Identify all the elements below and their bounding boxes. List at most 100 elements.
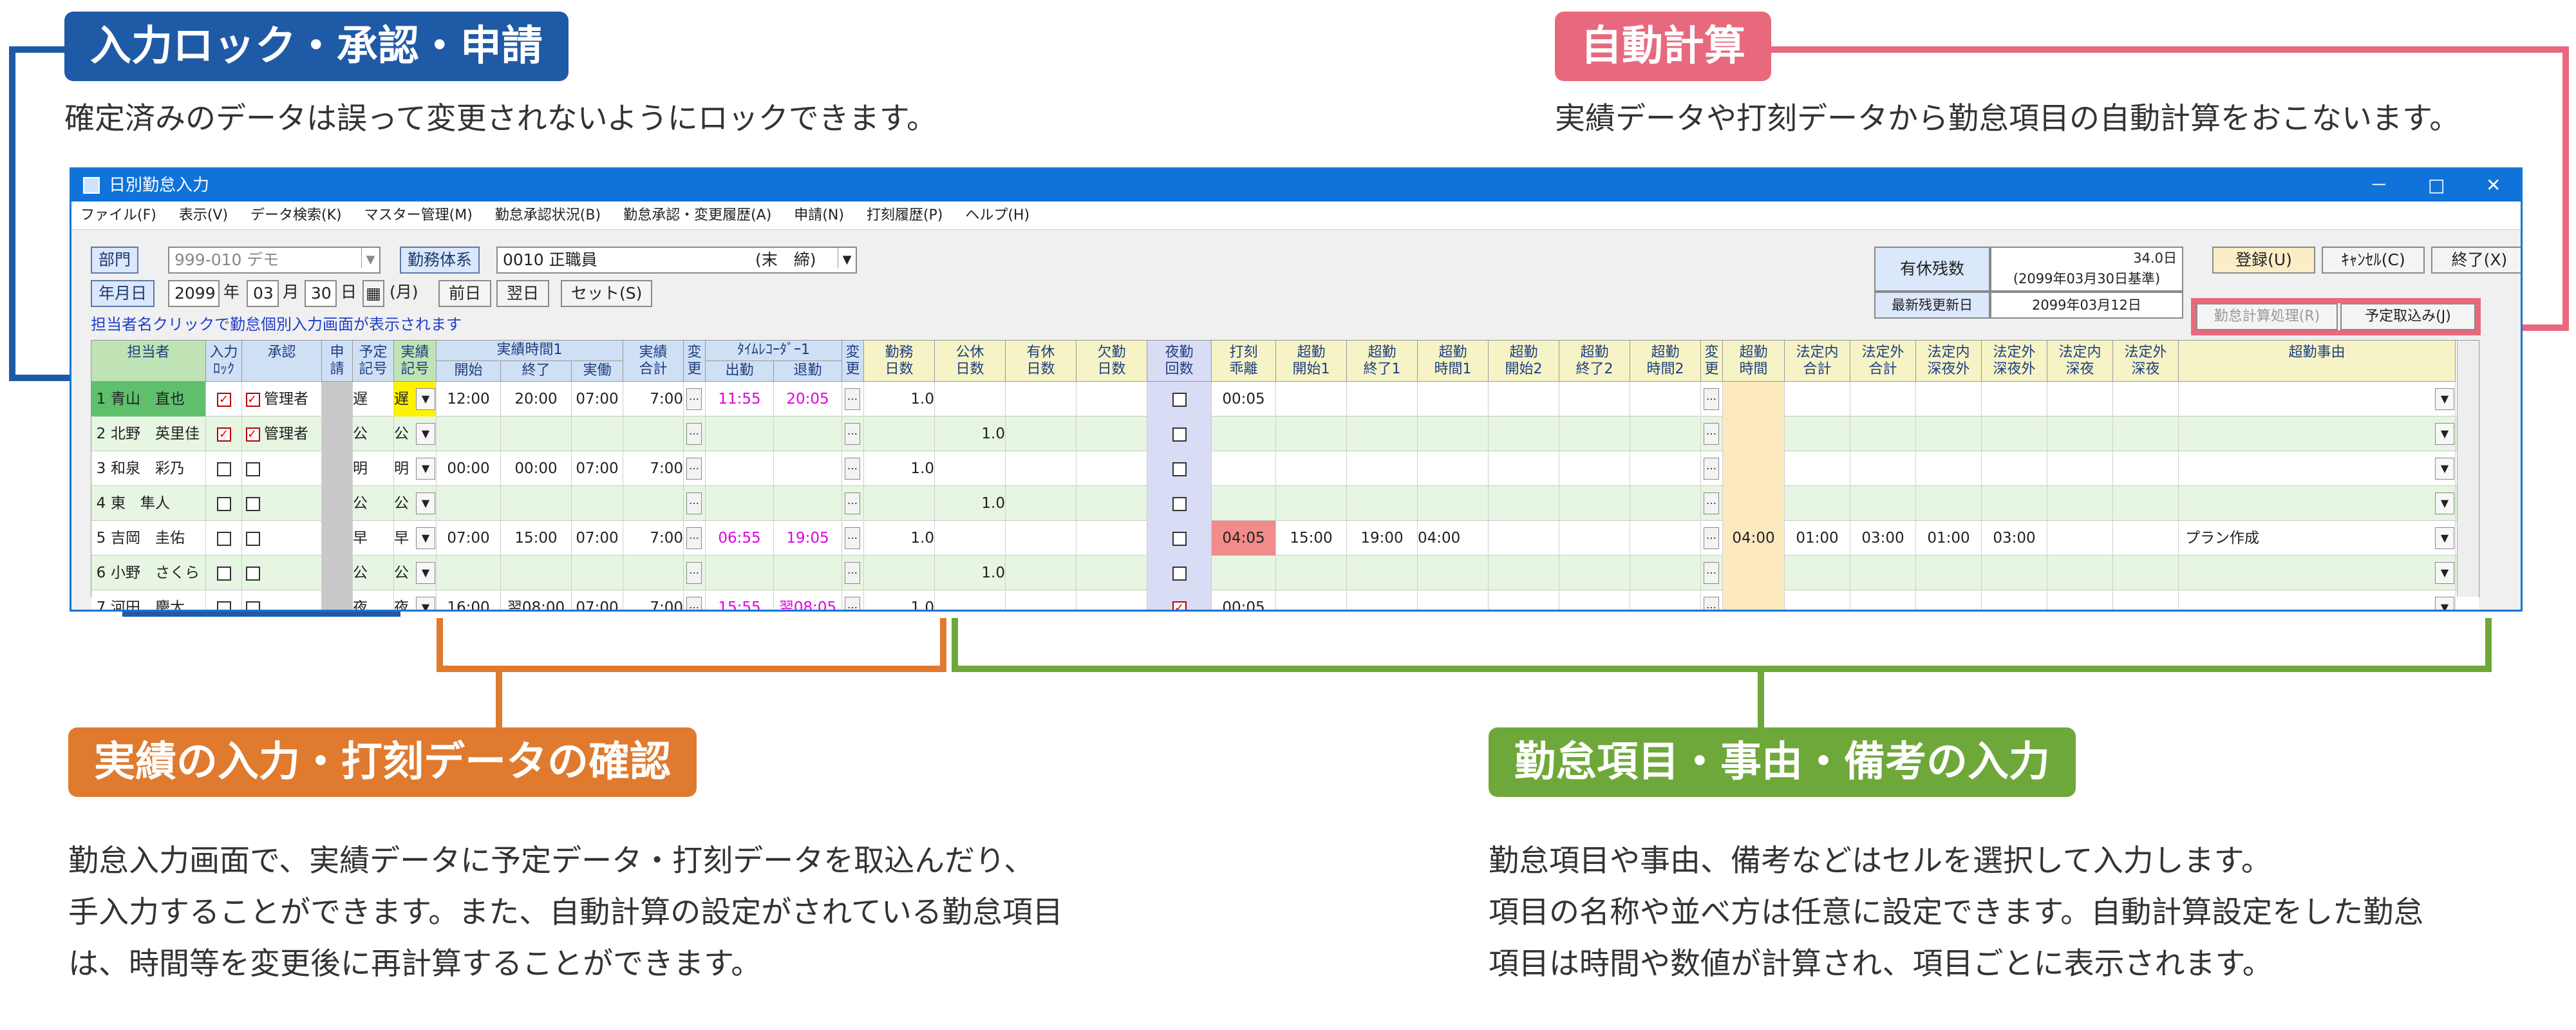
approval-checkbox[interactable]: ✓ (246, 392, 260, 407)
ot-end1-cell[interactable] (1347, 556, 1418, 590)
set-button[interactable]: セット(S) (561, 280, 653, 307)
next-day-button[interactable]: 翌日 (496, 280, 550, 307)
more-icon[interactable]: … (845, 458, 860, 480)
quit-button[interactable]: 終了(X) (2431, 247, 2521, 274)
table-row[interactable]: 2 北野 英里佳 ✓ ✓ 管理者公公 ▼…… 1.0… ▼ (91, 417, 2479, 451)
employee-name-cell[interactable]: 5 吉岡 圭佑 (91, 521, 206, 556)
request-cell[interactable] (322, 417, 353, 451)
calendar-icon[interactable]: ▦ (362, 280, 384, 307)
start-time-cell[interactable] (437, 417, 501, 451)
menu-master[interactable]: マスター管理(M) (364, 201, 473, 230)
more-icon[interactable]: … (686, 423, 702, 445)
year-field[interactable]: 2099 (168, 280, 220, 307)
table-row[interactable]: 3 和泉 彩乃明明 ▼ 00:00 00:00 07:00 7:00…… 1.0… ▼ (91, 451, 2479, 486)
request-cell[interactable] (322, 590, 353, 610)
menu-view[interactable]: 表示(V) (179, 201, 228, 230)
ot-reason-cell[interactable] (2179, 382, 2456, 417)
more-icon[interactable]: … (686, 458, 702, 480)
more-icon[interactable]: … (845, 388, 860, 410)
table-row[interactable]: 6 小野 さくら公公 ▼…… 1.0… ▼ (91, 556, 2479, 590)
night-checkbox[interactable] (1172, 427, 1187, 442)
day-field[interactable]: 30 (305, 280, 337, 307)
chevron-down-icon[interactable]: ▼ (838, 248, 856, 268)
cancel-button[interactable]: ｷｬﾝｾﾙ(C) (2322, 247, 2425, 274)
end-time-cell[interactable]: 15:00 (501, 521, 572, 556)
more-icon[interactable]: … (845, 597, 860, 610)
chevron-down-icon[interactable]: ▼ (2435, 458, 2454, 480)
start-time-cell[interactable] (437, 486, 501, 521)
chevron-down-icon[interactable]: ▼ (2435, 388, 2454, 410)
request-cell[interactable] (322, 451, 353, 486)
approval-checkbox[interactable]: ✓ (246, 427, 260, 442)
ot-reason-cell[interactable] (2179, 486, 2456, 521)
lock-checkbox[interactable] (216, 531, 231, 546)
lock-checkbox[interactable] (216, 601, 231, 610)
start-time-cell[interactable]: 00:00 (437, 451, 501, 486)
approval-checkbox[interactable] (246, 496, 260, 511)
chevron-down-icon[interactable]: ▼ (2435, 492, 2454, 514)
menu-stamp-history[interactable]: 打刻履歴(P) (867, 201, 943, 230)
menu-request[interactable]: 申請(N) (794, 201, 844, 230)
ot-end1-cell[interactable] (1347, 417, 1418, 451)
chevron-down-icon[interactable]: ▼ (416, 562, 435, 584)
chevron-down-icon[interactable]: ▼ (416, 458, 435, 480)
ot-start1-cell[interactable] (1276, 556, 1347, 590)
menu-help[interactable]: ヘルプ(H) (965, 201, 1029, 230)
date-button[interactable]: 年月日 (91, 280, 155, 307)
more-icon[interactable]: … (845, 527, 860, 549)
more-icon[interactable]: … (1704, 527, 1719, 549)
menu-approval-history[interactable]: 勤怠承認・変更履歴(A) (623, 201, 771, 230)
chevron-down-icon[interactable]: ▼ (416, 597, 435, 610)
approval-checkbox[interactable] (246, 566, 260, 581)
start-time-cell[interactable]: 16:00 (437, 590, 501, 610)
more-icon[interactable]: … (1704, 458, 1719, 480)
more-icon[interactable]: … (686, 562, 702, 584)
night-checkbox[interactable] (1172, 496, 1187, 511)
lock-checkbox[interactable] (216, 496, 231, 511)
ot-reason-cell[interactable] (2179, 556, 2456, 590)
night-checkbox[interactable]: ✓ (1172, 601, 1187, 610)
ot-start1-cell[interactable] (1276, 451, 1347, 486)
employee-name[interactable]: 和泉 彩乃 (111, 460, 185, 477)
ot-end1-cell[interactable] (1347, 451, 1418, 486)
ot-reason-cell[interactable] (2179, 590, 2456, 610)
end-time-cell[interactable] (501, 417, 572, 451)
request-cell[interactable] (322, 521, 353, 556)
menu-approval-status[interactable]: 勤怠承認状況(B) (495, 201, 601, 230)
employee-name[interactable]: 東 隼人 (111, 495, 170, 512)
vertical-scrollbar[interactable] (2457, 341, 2479, 597)
ot-end1-cell[interactable] (1347, 590, 1418, 610)
table-row[interactable]: 4東 隼人公公 ▼…… 1.0… ▼ (91, 486, 2479, 521)
employee-name[interactable]: 青山 直也 (111, 391, 185, 407)
department-button[interactable]: 部門 (91, 247, 139, 274)
more-icon[interactable]: … (845, 423, 860, 445)
lock-checkbox[interactable] (216, 462, 231, 476)
ot-start1-cell[interactable] (1276, 382, 1347, 417)
more-icon[interactable]: … (845, 562, 860, 584)
start-time-cell[interactable] (437, 556, 501, 590)
ot-end1-cell[interactable] (1347, 486, 1418, 521)
chevron-down-icon[interactable]: ▼ (2435, 423, 2454, 445)
employee-name[interactable]: 河田 慶太 (111, 599, 185, 610)
month-field[interactable]: 03 (247, 280, 279, 307)
more-icon[interactable]: … (686, 597, 702, 610)
chevron-down-icon[interactable]: ▼ (416, 492, 435, 514)
more-icon[interactable]: … (1704, 562, 1719, 584)
minimize-icon[interactable]: － (2370, 169, 2388, 201)
chevron-down-icon[interactable]: ▼ (416, 527, 435, 549)
chevron-down-icon[interactable]: ▼ (2435, 527, 2454, 549)
more-icon[interactable]: … (1704, 597, 1719, 610)
request-cell[interactable] (322, 486, 353, 521)
ot-start1-cell[interactable]: 15:00 (1276, 521, 1347, 556)
ot-end1-cell[interactable]: 19:00 (1347, 521, 1418, 556)
chevron-down-icon[interactable]: ▼ (2435, 597, 2454, 610)
lock-checkbox[interactable]: ✓ (216, 392, 231, 407)
more-icon[interactable]: … (1704, 492, 1719, 514)
employee-name[interactable]: 北野 英里佳 (111, 426, 200, 442)
more-icon[interactable]: … (686, 492, 702, 514)
table-row[interactable]: 1 青山 直也 ✓ ✓ 管理者遅遅 ▼ 12:00 20:00 07:00 7:00… 11:55 2… (91, 382, 2479, 417)
ot-start1-cell[interactable] (1276, 417, 1347, 451)
chevron-down-icon[interactable]: ▼ (361, 248, 379, 268)
night-checkbox[interactable] (1172, 462, 1187, 476)
close-icon[interactable]: ✕ (2486, 169, 2501, 201)
